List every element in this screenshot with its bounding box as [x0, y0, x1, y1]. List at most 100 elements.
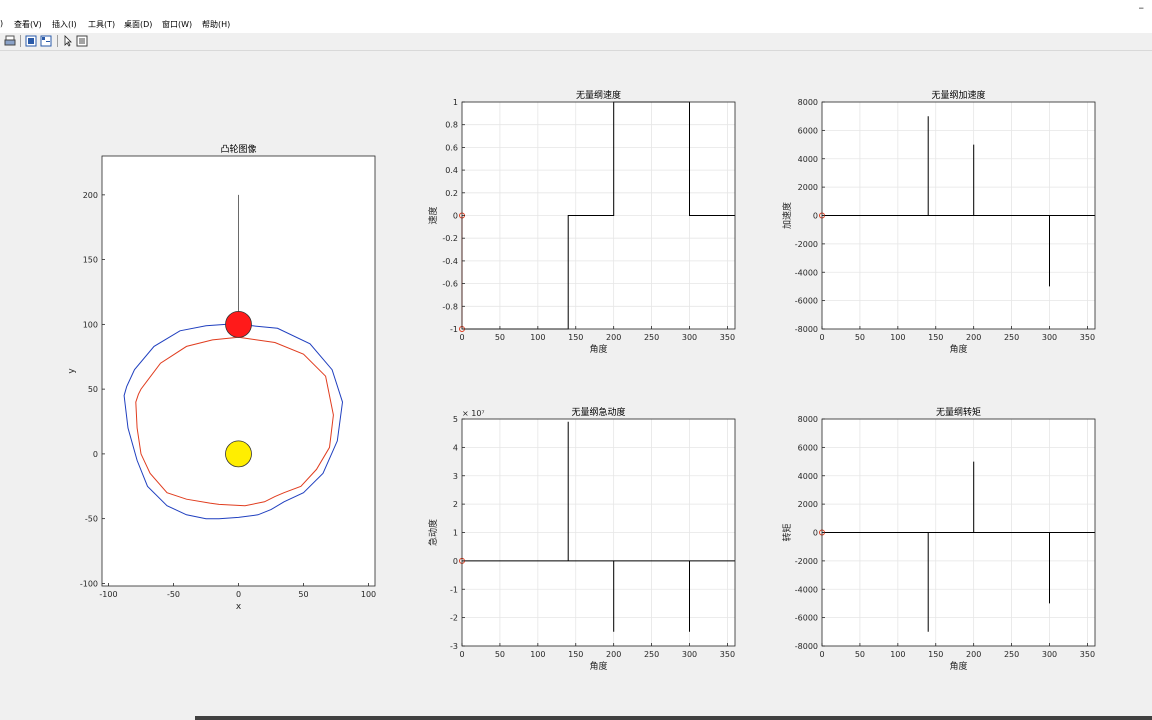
y-tick-label: 6000	[798, 443, 818, 452]
docked-figure-icon[interactable]	[40, 35, 52, 47]
y-tick-label: 1	[453, 529, 458, 538]
link-plot-icon[interactable]	[25, 35, 37, 47]
x-tick-label: 100	[361, 590, 376, 599]
jerk-axes[interactable]: 0 50 100 150 200 250 300 350 -3 -2 -1 0 1 2 3 4 5 无量纲急动度角…	[427, 406, 736, 672]
y-tick-label: 0.8	[445, 121, 458, 130]
x-tick-label: 250	[1004, 333, 1019, 342]
y-tick-label: -4000	[795, 268, 818, 277]
y-tick-label: -1	[450, 585, 458, 594]
y-tick-label: -8000	[795, 325, 818, 334]
x-tick-label: 200	[606, 650, 621, 659]
x-tick-label: 350	[720, 333, 735, 342]
y-axis-label: 转矩	[781, 523, 793, 541]
y-tick-label: 5	[453, 415, 458, 424]
x-tick-label: 300	[1042, 333, 1057, 342]
cam-profile-axes[interactable]: -100 -50 0 50 100 -100 -50 0 50 100 150 200 凸轮图像 x y	[67, 143, 376, 612]
y-tick-label: 8000	[798, 98, 818, 107]
y-tick-label: 4000	[798, 155, 818, 164]
x-axis-label: 角度	[949, 660, 967, 672]
x-tick-label: 100	[530, 333, 545, 342]
y-tick-label: 0	[93, 450, 98, 459]
y-tick-label: 0.4	[445, 166, 458, 175]
x-tick-label: 300	[682, 650, 697, 659]
x-tick-label: 350	[720, 650, 735, 659]
x-tick-label: 100	[530, 650, 545, 659]
y-tick-label: -1	[450, 325, 458, 334]
y-tick-label: 4000	[798, 472, 818, 481]
x-tick-label: 50	[855, 333, 865, 342]
menu-item-tools[interactable]: 工具(T)	[88, 19, 115, 30]
x-axis-label: 角度	[589, 660, 607, 672]
cam-center	[225, 440, 252, 468]
y-tick-label: -0.6	[442, 280, 458, 289]
x-tick-label: 200	[966, 650, 981, 659]
x-axis-label: 角度	[949, 343, 967, 355]
y-tick-label: 50	[88, 385, 98, 394]
x-tick-label: 150	[928, 650, 943, 659]
toolbar-separator	[20, 35, 21, 47]
y-tick-label: 8000	[798, 415, 818, 424]
acceleration-axes[interactable]: 0 50 100 150 200 250 300 350 -8000 -6000 -4000 -200…	[781, 89, 1096, 355]
x-tick-label: 100	[890, 650, 905, 659]
x-tick-label: 0	[819, 650, 824, 659]
x-tick-label: 50	[495, 650, 505, 659]
velocity-axes[interactable]: 0 50 100 150 200 250 300 350 -1 -0.8 -0.6 -0.4 -0.2 0…	[427, 89, 736, 355]
y-tick-label: 2000	[798, 500, 818, 509]
x-tick-label: 300	[1042, 650, 1057, 659]
y-tick-label: -6000	[795, 297, 818, 306]
y-tick-label: 0	[813, 529, 818, 538]
minimize-button[interactable]: –	[1139, 1, 1145, 14]
y-tick-label: -2000	[795, 557, 818, 566]
chart-title: 无量纲转矩	[936, 406, 981, 418]
x-tick-label: -50	[167, 590, 180, 599]
menu-item-insert[interactable]: 插入(I)	[52, 19, 77, 30]
x-tick-label: 300	[682, 333, 697, 342]
x-tick-label: 250	[644, 333, 659, 342]
chart-title: 凸轮图像	[220, 143, 256, 155]
toolbar-separator	[57, 35, 58, 47]
x-tick-label: 150	[928, 333, 943, 342]
y-tick-label: 6000	[798, 126, 818, 135]
x-tick-label: 350	[1080, 650, 1095, 659]
torque-axes[interactable]: 0 50 100 150 200 250 300 350 -8000 -6000 -4000 -200…	[781, 406, 1096, 672]
menu-item-view[interactable]: 查看(V)	[14, 19, 42, 30]
y-tick-label: -50	[85, 515, 98, 524]
x-tick-label: 150	[568, 650, 583, 659]
print-icon[interactable]	[4, 35, 16, 47]
y-tick-label: 4	[453, 443, 458, 452]
menu-item-partial[interactable]: )	[0, 19, 3, 28]
y-tick-label: -2000	[795, 240, 818, 249]
follower-roller	[225, 310, 252, 338]
figure-toolbar	[0, 33, 1152, 51]
y-tick-label: 100	[83, 320, 98, 329]
x-tick-label: -100	[99, 590, 117, 599]
y-tick-label: 0	[453, 557, 458, 566]
x-tick-label: 200	[966, 333, 981, 342]
y-tick-label: 200	[83, 191, 98, 200]
x-axis-label: x	[236, 602, 242, 612]
menu-item-desktop[interactable]: 桌面(D)	[124, 19, 152, 30]
x-tick-label: 50	[495, 333, 505, 342]
x-tick-label: 0	[459, 333, 464, 342]
y-tick-label: 150	[83, 256, 98, 265]
x-tick-label: 50	[298, 590, 308, 599]
x-tick-label: 0	[459, 650, 464, 659]
select-pointer-icon[interactable]	[62, 35, 74, 47]
figure-svg: -100 -50 0 50 100-100-50050100150200凸轮图像xy 0…	[67, 89, 1096, 672]
y-tick-label: 0.6	[445, 143, 458, 152]
menu-item-help[interactable]: 帮助(H)	[202, 19, 230, 30]
chart-title: 无量纲速度	[576, 89, 621, 101]
y-axis-label: 速度	[427, 206, 439, 224]
y-tick-label: -6000	[795, 614, 818, 623]
y-tick-label: 2000	[798, 183, 818, 192]
x-tick-label: 150	[568, 333, 583, 342]
property-editor-icon[interactable]	[76, 35, 88, 47]
menu-bar: ) 查看(V) 插入(I) 工具(T) 桌面(D) 窗口(W) 帮助(H)	[0, 17, 1152, 33]
y-tick-label: 1	[453, 98, 458, 107]
x-tick-label: 100	[890, 333, 905, 342]
y-tick-label: -0.4	[442, 257, 458, 266]
x-tick-label: 0	[819, 333, 824, 342]
menu-item-window[interactable]: 窗口(W)	[162, 19, 192, 30]
x-tick-label: 250	[644, 650, 659, 659]
x-tick-label: 200	[606, 333, 621, 342]
